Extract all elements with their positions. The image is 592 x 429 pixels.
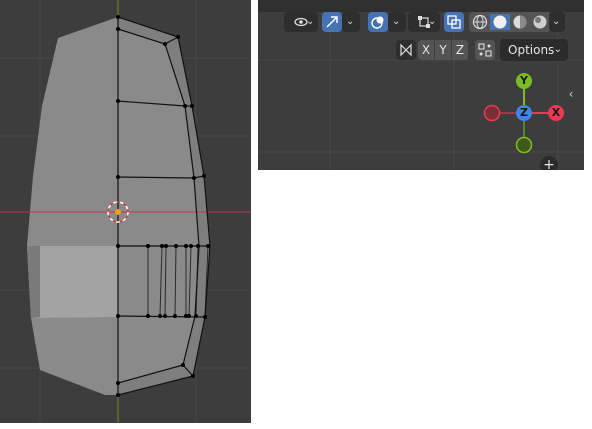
- add-button[interactable]: +: [540, 156, 558, 170]
- mesh-face-left-strip: [27, 246, 40, 318]
- navigation-gizmo[interactable]: [258, 0, 584, 170]
- mesh-face-shaded-band: [27, 246, 118, 318]
- gizmo-x-label: X: [551, 106, 561, 119]
- viewport-right-header[interactable]: ⌄ ⌄ ⌄ ⌄ ⌄ X Y Z Options ⌄ Y Z X ‹ +: [258, 0, 584, 170]
- mesh-canvas[interactable]: [0, 0, 251, 423]
- viewport-left-mesh[interactable]: [0, 0, 251, 423]
- gizmo-neg-x[interactable]: [483, 104, 501, 122]
- gizmo-z-label: Z: [520, 106, 528, 119]
- sidebar-toggle-tab[interactable]: ‹: [564, 80, 578, 108]
- gizmo-neg-y[interactable]: [515, 136, 533, 154]
- gizmo-y-label: Y: [520, 74, 528, 87]
